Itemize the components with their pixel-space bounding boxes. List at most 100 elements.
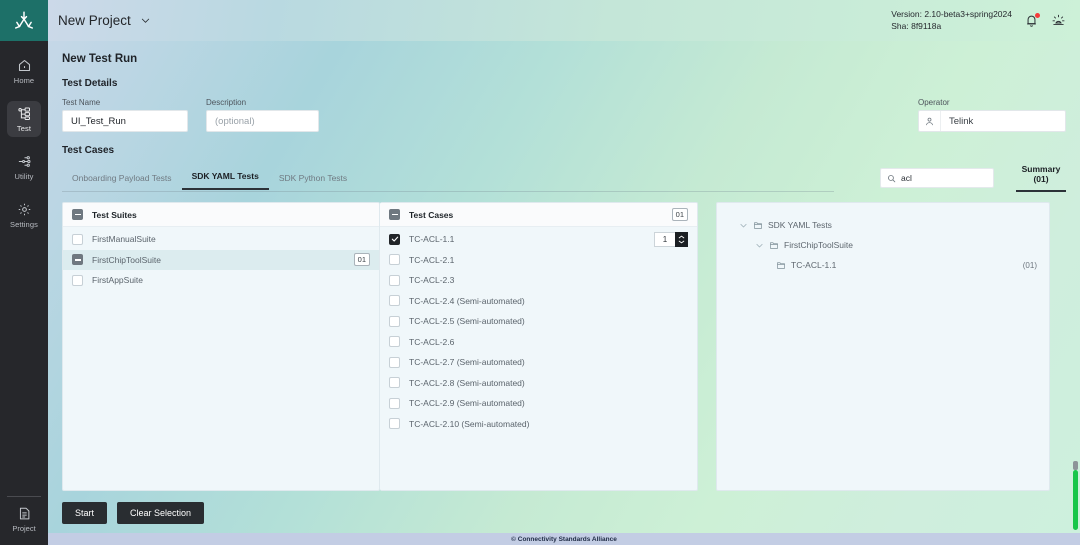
sidebar-item-label: Project <box>12 524 36 533</box>
case-checkbox[interactable] <box>389 377 400 389</box>
case-checkbox[interactable] <box>389 336 400 348</box>
list-item[interactable]: TC-ACL-2.9 (Semi-automated) <box>380 393 697 414</box>
test-suites-panel: Test Suites FirstManualSuite FirstChipTo… <box>62 202 380 491</box>
tree-node-label: FirstChipToolSuite <box>784 240 853 250</box>
home-icon <box>17 58 32 73</box>
chevron-down-icon[interactable] <box>755 241 764 250</box>
case-checkbox[interactable] <box>389 356 400 368</box>
tab-onboarding-payload-tests[interactable]: Onboarding Payload Tests <box>62 168 182 190</box>
tree-node-root[interactable]: SDK YAML Tests <box>729 215 1037 235</box>
suite-label: FirstChipToolSuite <box>92 254 161 265</box>
test-cases-count-badge: 01 <box>671 208 688 221</box>
list-item[interactable]: FirstChipToolSuite 01 <box>63 249 379 270</box>
left-navigation-rail: Home Test Utility Settings Project <box>0 0 48 545</box>
list-item[interactable]: FirstAppSuite <box>63 270 379 291</box>
suite-checkbox[interactable] <box>72 233 83 245</box>
case-label: TC-ACL-2.6 <box>409 336 455 347</box>
case-checkbox[interactable] <box>389 397 400 409</box>
test-cases-title: Test Cases <box>409 209 454 220</box>
list-item[interactable]: FirstManualSuite <box>63 229 379 250</box>
case-checkbox[interactable] <box>389 254 400 266</box>
notification-bell-icon[interactable] <box>1024 13 1040 28</box>
test-details-form: Test Name UI_Test_Run Description (optio… <box>48 89 1080 132</box>
operator-label: Operator <box>918 98 950 107</box>
csa-matter-logo-icon[interactable] <box>0 0 48 41</box>
case-checkbox[interactable] <box>389 295 400 307</box>
case-checkbox[interactable] <box>389 233 400 245</box>
sidebar-item-label: Test <box>16 124 32 133</box>
list-item[interactable]: TC-ACL-2.7 (Semi-automated) <box>380 352 697 373</box>
list-item[interactable]: TC-ACL-2.5 (Semi-automated) <box>380 311 697 332</box>
test-name-input[interactable]: UI_Test_Run <box>62 110 188 132</box>
summary-panel: SDK YAML Tests FirstChipToolSuite TC-ACL… <box>716 202 1050 491</box>
operator-input[interactable]: Telink <box>918 110 1066 132</box>
panels-container: Test Suites FirstManualSuite FirstChipTo… <box>62 202 1066 491</box>
sidebar-item-home[interactable]: Home <box>7 53 41 89</box>
list-item[interactable]: TC-ACL-2.8 (Semi-automated) <box>380 373 697 394</box>
case-label: TC-ACL-2.3 <box>409 275 455 286</box>
suite-checkbox[interactable] <box>72 254 83 266</box>
stepper-spin-buttons[interactable] <box>675 231 688 247</box>
case-label: TC-ACL-2.4 (Semi-automated) <box>409 295 525 306</box>
description-field-group: Description (optional) <box>206 98 319 132</box>
brightness-theme-icon[interactable] <box>1051 13 1066 28</box>
list-item[interactable]: TC-ACL-2.1 <box>380 250 697 271</box>
tree-node-suite[interactable]: FirstChipToolSuite <box>729 235 1037 255</box>
tree-node-label: SDK YAML Tests <box>768 220 832 230</box>
sidebar-item-label: Home <box>13 76 35 85</box>
list-item[interactable]: TC-ACL-2.4 (Semi-automated) <box>380 291 697 312</box>
footer: © Connectivity Standards Alliance <box>48 533 1080 545</box>
operator-field-group: Operator Telink <box>918 98 1066 132</box>
case-label: TC-ACL-2.1 <box>409 254 455 265</box>
tabs-row: Onboarding Payload Tests SDK YAML Tests … <box>62 164 1066 192</box>
description-input[interactable]: (optional) <box>206 110 319 132</box>
footer-text: © Connectivity Standards Alliance <box>511 535 617 543</box>
chevron-down-icon[interactable] <box>739 221 748 230</box>
test-name-label: Test Name <box>62 98 101 107</box>
tab-sdk-python-tests[interactable]: SDK Python Tests <box>269 168 357 190</box>
operator-value: Telink <box>949 115 974 127</box>
sidebar-item-test[interactable]: Test <box>7 101 41 137</box>
quantity-stepper[interactable]: 1 <box>654 231 688 247</box>
chevron-down-icon[interactable] <box>140 15 151 26</box>
tab-summary[interactable]: Summary (01) <box>1016 164 1066 192</box>
sidebar-item-project[interactable]: Project <box>7 496 41 533</box>
folder-icon <box>753 220 763 230</box>
search-and-summary: acl Summary (01) <box>880 164 1066 192</box>
case-checkbox[interactable] <box>389 274 400 286</box>
select-all-cases-checkbox[interactable] <box>389 209 400 220</box>
list-item[interactable]: TC-ACL-2.6 <box>380 332 697 353</box>
test-cases-header: Test Cases 01 <box>380 203 697 227</box>
tree-node-case[interactable]: TC-ACL-1.1 (01) <box>729 255 1037 275</box>
sidebar-item-settings[interactable]: Settings <box>7 197 41 233</box>
case-checkbox[interactable] <box>389 418 400 430</box>
project-name[interactable]: New Project <box>58 13 131 28</box>
test-name-field-group: Test Name UI_Test_Run <box>62 98 188 132</box>
case-label: TC-ACL-2.10 (Semi-automated) <box>409 418 530 429</box>
clear-selection-button[interactable]: Clear Selection <box>117 502 205 524</box>
gear-icon <box>17 202 32 217</box>
case-checkbox[interactable] <box>389 315 400 327</box>
list-item[interactable]: TC-ACL-1.1 1 <box>380 229 697 250</box>
select-all-suites-checkbox[interactable] <box>72 209 83 220</box>
notification-dot <box>1035 13 1040 18</box>
sidebar-item-label: Utility <box>14 172 34 181</box>
suite-checkbox[interactable] <box>72 274 83 286</box>
vertical-scrollbar[interactable] <box>1073 461 1078 530</box>
topbar-right-cluster: Version: 2.10-beta3+spring2024 Sha: 8f91… <box>891 9 1080 32</box>
case-label: TC-ACL-2.8 (Semi-automated) <box>409 377 525 388</box>
start-button[interactable]: Start <box>62 502 108 524</box>
test-cases-panel: Test Cases 01 TC-ACL-1.1 1 TC-ACL-2.1 TC… <box>380 202 698 491</box>
folder-icon <box>776 260 786 270</box>
tab-sdk-yaml-tests[interactable]: SDK YAML Tests <box>181 166 269 190</box>
suite-label: FirstAppSuite <box>92 275 144 286</box>
person-icon <box>919 111 941 131</box>
sidebar-item-utility[interactable]: Utility <box>7 149 41 185</box>
list-item[interactable]: TC-ACL-2.10 (Semi-automated) <box>380 414 697 435</box>
list-item[interactable]: TC-ACL-2.3 <box>380 270 697 291</box>
page-title: New Test Run <box>62 53 138 65</box>
version-info: Version: 2.10-beta3+spring2024 Sha: 8f91… <box>891 9 1012 32</box>
suite-label: FirstManualSuite <box>92 234 156 245</box>
quantity-value[interactable]: 1 <box>654 231 675 247</box>
search-input[interactable]: acl <box>880 168 994 188</box>
